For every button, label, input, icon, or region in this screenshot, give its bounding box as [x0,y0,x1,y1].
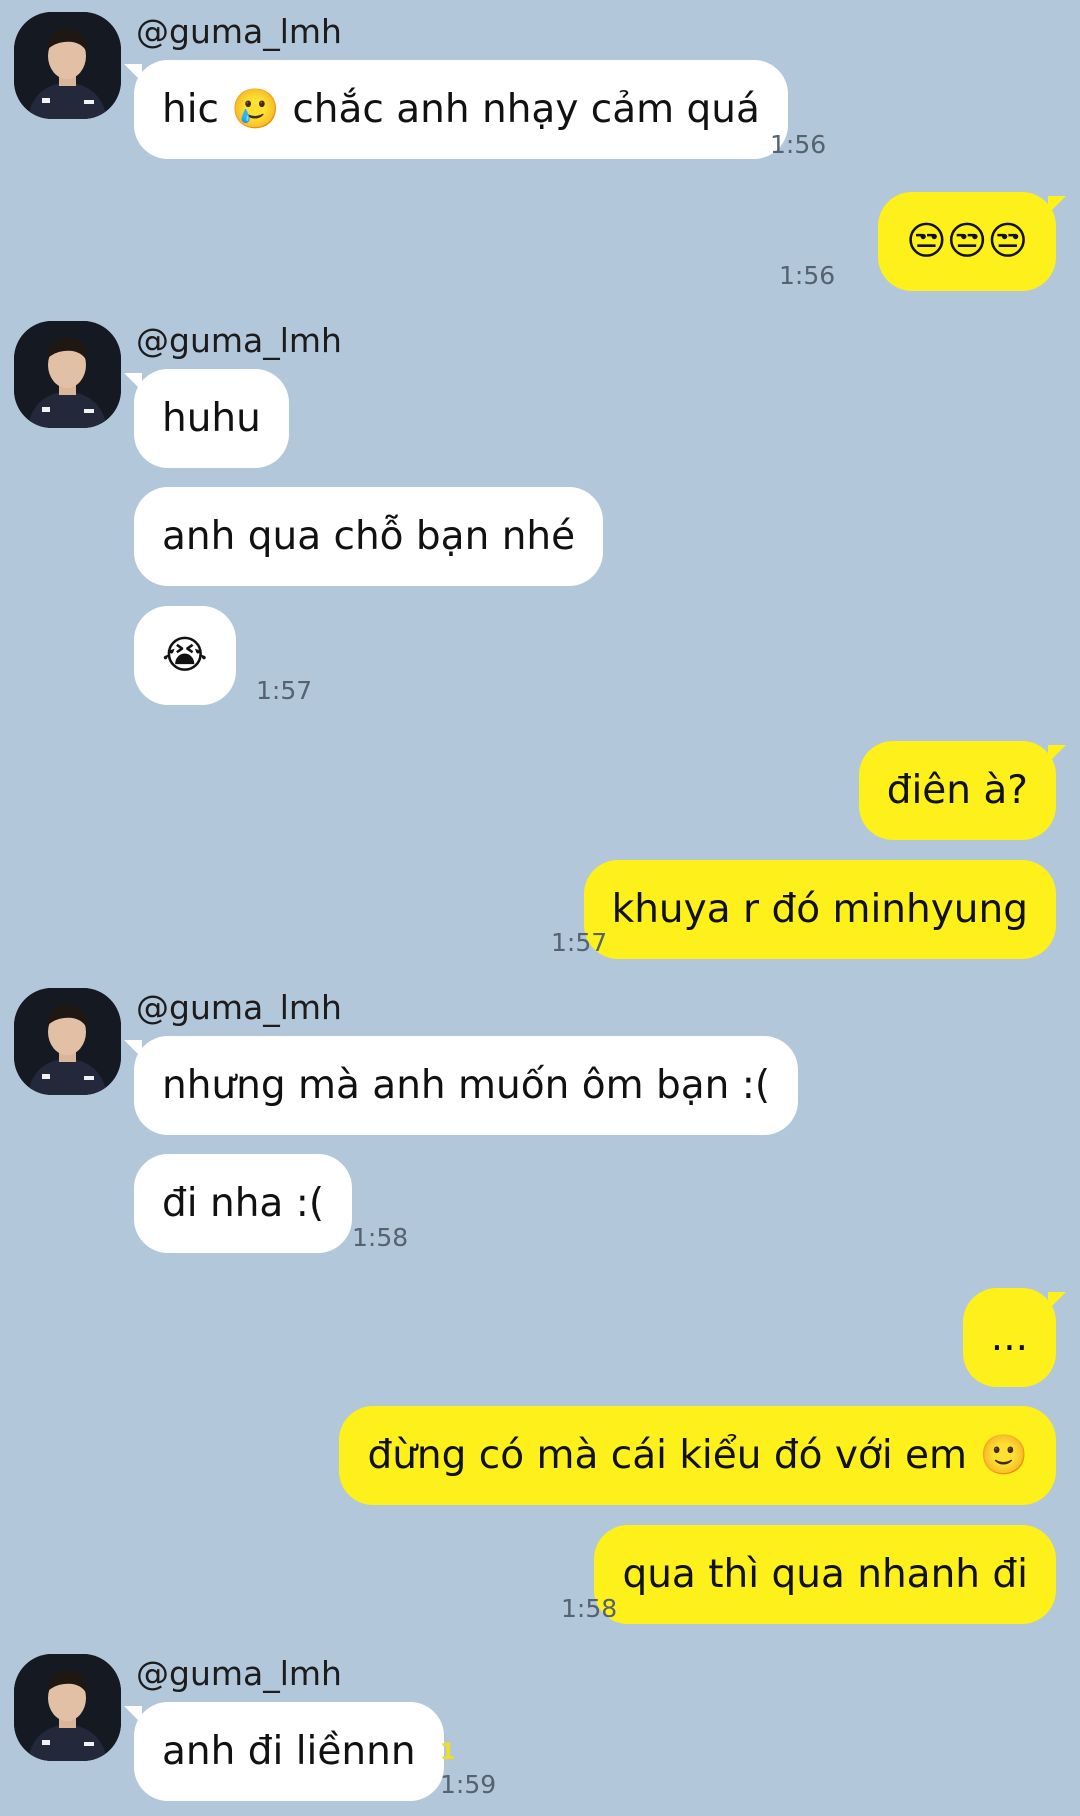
incoming-message-bubble[interactable]: 😭 [134,606,236,705]
message-timestamp: 1:58 [561,1594,618,1623]
outgoing-message-bubble[interactable]: điên à? [858,741,1067,840]
outgoing-message-bubble[interactable]: đừng có mà cái kiểu đó với em 🙂 [339,1406,1056,1505]
sender-name: @guma_lmh [136,988,342,1027]
incoming-message-bubble[interactable]: anh đi liềnnn [124,1702,444,1801]
chat-message-list[interactable]: @guma_lmh hic 🥲 chắc anh nhạy cảm quá 1:… [0,0,1080,1816]
sender-name: @guma_lmh [136,1654,342,1693]
outgoing-message-bubble[interactable]: ... [962,1288,1067,1387]
incoming-message-bubble[interactable]: hic 🥲 chắc anh nhạy cảm quá [124,60,788,159]
outgoing-message-bubble[interactable]: khuya r đó minhyung [583,860,1056,959]
message-timestamp: 1:56 [770,130,827,159]
outgoing-message-bubble[interactable]: qua thì qua nhanh đi [594,1525,1056,1624]
incoming-message-bubble[interactable]: anh qua chỗ bạn nhé [134,487,604,586]
sender-name: @guma_lmh [136,321,342,360]
message-timestamp: 1:57 [256,676,313,705]
incoming-message-bubble[interactable]: nhưng mà anh muốn ôm bạn :( [123,1036,799,1135]
contact-avatar[interactable] [14,12,121,119]
sender-name: @guma_lmh [136,12,342,51]
message-timestamp: 1:56 [779,261,836,290]
incoming-message-bubble[interactable]: đi nha :( [134,1154,353,1253]
message-timestamp: 1:57 [551,928,608,957]
unread-count: 1 [440,1740,456,1765]
message-timestamp: 1:58 [352,1223,409,1252]
contact-avatar[interactable] [14,1654,121,1761]
contact-avatar[interactable] [14,321,121,428]
incoming-message-bubble[interactable]: huhu [124,369,289,468]
contact-avatar[interactable] [14,988,121,1095]
outgoing-message-bubble[interactable]: 😒😒😒 [878,192,1066,291]
message-timestamp: 1:59 [440,1770,497,1799]
